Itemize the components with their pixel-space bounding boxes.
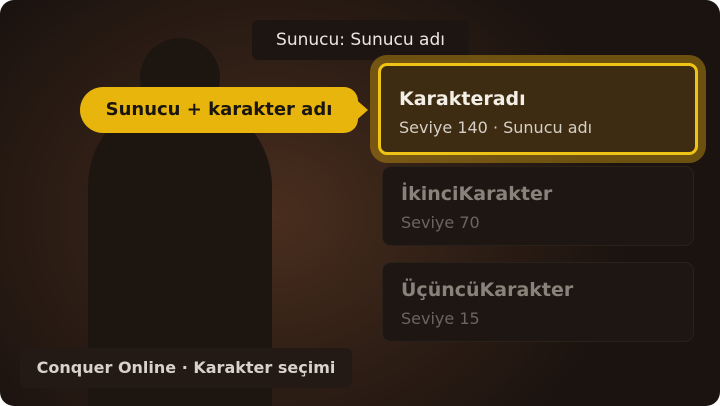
annotation-callout: Sunucu + karakter adı (80, 87, 358, 133)
callout-arrow-icon (352, 96, 368, 124)
server-label: Sunucu: Sunucu adı (252, 20, 469, 60)
character-name: Karakteradı (399, 88, 526, 110)
character-name: İkinciKarakter (401, 183, 553, 205)
character-name: ÜçüncüKarakter (401, 279, 574, 301)
character-level-server: Seviye 140 · Sunucu adı (399, 118, 593, 137)
screen-caption: Conquer Online · Karakter seçimi (20, 348, 352, 388)
character-card[interactable]: İkinciKarakter Seviye 70 (382, 166, 694, 246)
character-card-selected[interactable]: Karakteradı Seviye 140 · Sunucu adı (378, 63, 698, 155)
character-level: Seviye 15 (401, 309, 480, 328)
character-select-screen: Sunucu: Sunucu adı Sunucu + karakter adı… (0, 0, 720, 406)
character-card[interactable]: ÜçüncüKarakter Seviye 15 (382, 262, 694, 342)
character-level: Seviye 70 (401, 213, 480, 232)
